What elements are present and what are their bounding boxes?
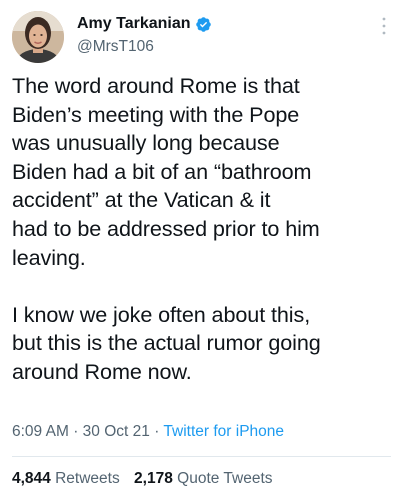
meta-separator: · — [154, 423, 160, 440]
tweet-line: I know we joke often about this, — [12, 301, 311, 327]
author-names: Amy Tarkanian @MrsT106 — [77, 13, 212, 56]
tweet-paragraph: The word around Rome is that Biden’s mee… — [12, 72, 392, 272]
verified-badge-icon — [195, 16, 212, 33]
retweets-label: Retweets — [55, 470, 120, 487]
meta-separator: · — [73, 423, 79, 440]
tweet-line: around Rome now. — [12, 358, 192, 384]
tweet-card: Amy Tarkanian @MrsT106 The word around R… — [0, 0, 403, 500]
profile-photo-icon — [12, 11, 64, 63]
quote-tweets-count: 2,178 — [134, 470, 173, 487]
tweet-text: The word around Rome is that Biden’s mee… — [12, 72, 392, 387]
tweet-line: had to be addressed prior to him — [12, 215, 320, 241]
tweet-stats: 4,844 Retweets 2,178 Quote Tweets — [12, 470, 273, 488]
avatar[interactable] — [12, 11, 64, 63]
tweet-line: Biden’s meeting with the Pope — [12, 101, 300, 127]
quote-tweets-stat[interactable]: 2,178 Quote Tweets — [134, 470, 272, 487]
quote-tweets-label: Quote Tweets — [177, 470, 273, 487]
tweet-line: but this is the actual rumor going — [12, 330, 321, 356]
tweet-paragraph: I know we joke often about this, but thi… — [12, 301, 392, 387]
retweets-count: 4,844 — [12, 470, 51, 487]
tweet-line: Biden had a bit of an “bathroom — [12, 158, 312, 184]
tweet-source-link[interactable]: Twitter for iPhone — [163, 423, 284, 440]
divider — [12, 456, 391, 457]
more-options-icon[interactable] — [380, 15, 388, 37]
retweets-stat[interactable]: 4,844 Retweets — [12, 470, 124, 487]
display-name-row: Amy Tarkanian — [77, 13, 212, 35]
tweet-line: leaving. — [12, 244, 86, 270]
tweet-time[interactable]: 6:09 AM — [12, 423, 69, 440]
tweet-header: Amy Tarkanian @MrsT106 — [12, 11, 392, 63]
tweet-line: The word around Rome is that — [12, 73, 300, 98]
tweet-line: was unusually long because — [12, 130, 280, 156]
tweet-date[interactable]: 30 Oct 21 — [83, 423, 150, 440]
display-name[interactable]: Amy Tarkanian — [77, 15, 191, 33]
author-handle[interactable]: @MrsT106 — [77, 38, 212, 56]
tweet-meta: 6:09 AM · 30 Oct 21 · Twitter for iPhone — [12, 423, 284, 441]
tweet-line: accident” at the Vatican & it — [12, 187, 271, 213]
